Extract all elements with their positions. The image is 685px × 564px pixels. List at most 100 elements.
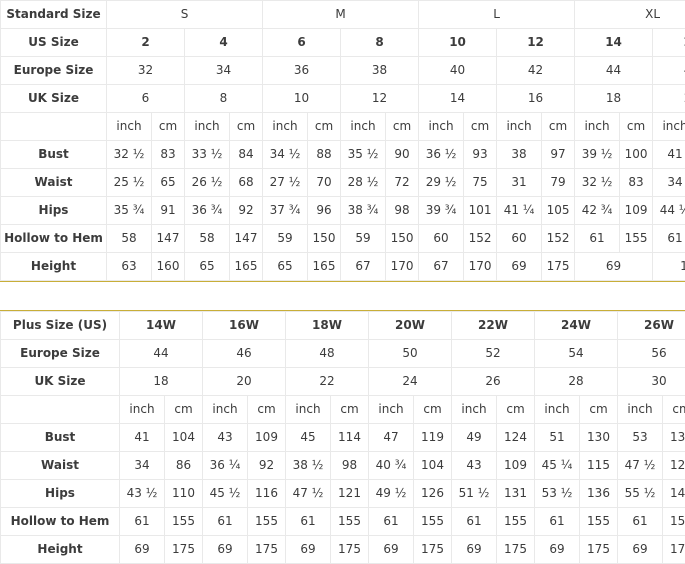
cell-bust-6: 35 ½ [341,141,385,168]
cell-hips-plus-12: 55 ½ [618,480,662,507]
cell-hollow-plus-1: 155 [165,508,202,535]
cell-bust-0: 32 ½ [107,141,151,168]
cell-europe-plus-0: 44 [120,340,202,367]
cell-hollow-plus-5: 155 [331,508,368,535]
cell-hollow-plus-7: 155 [414,508,451,535]
cell-hollow-plus-3: 155 [248,508,285,535]
cell-uk-plus-1: 20 [203,368,285,395]
cell-hollow-plus-13: 155 [663,508,685,535]
cell-height-11: 175 [542,253,575,280]
cell-europe-size-4: 40 [419,57,497,84]
cell-hips-plus-3: 116 [248,480,285,507]
cell-bust-plus-13: 135 [663,424,685,451]
row-label-hips: Hips [1,197,106,224]
plus-size-14w: 14W [120,312,202,339]
cell-bust-9: 93 [464,141,497,168]
plus-unit-row-blank-label [1,396,119,423]
plus-unit-cell-0: inch [120,396,164,423]
cell-hollow-10: 60 [497,225,542,252]
cell-hips-plus-9: 131 [497,480,534,507]
cell-bust-plus-3: 109 [248,424,285,451]
cell-uk-size-3: 12 [341,85,419,112]
row-waist: Waist 25 ½ 65 26 ½ 68 27 ½ 70 28 ½ 72 29… [1,169,685,196]
cell-hollow-5: 150 [308,225,340,252]
cell-waist-plus-4: 38 ½ [286,452,330,479]
cell-waist-9: 75 [464,169,497,196]
plus-size-20w: 20W [369,312,451,339]
cell-europe-plus-2: 48 [286,340,368,367]
cell-height-0: 63 [107,253,151,280]
plus-size-header-row: Plus Size (US) 14W 16W 18W 20W 22W 24W 2… [1,312,685,339]
standard-size-header-label: Standard Size [1,1,106,28]
unit-cell-13: cm [620,113,653,140]
cell-uk-plus-6: 30 [618,368,685,395]
cell-hips-14: 44 ¼ [653,197,685,224]
row-europe-size-plus: Europe Size 44 46 48 50 52 54 56 [1,340,685,367]
plus-unit-cell-11: cm [580,396,617,423]
cell-height-3: 165 [230,253,262,280]
cell-height-plus-3: 175 [248,536,285,563]
cell-europe-size-0: 32 [107,57,184,84]
cell-waist-13: 83 [620,169,653,196]
row-label-europe-size-plus: Europe Size [1,340,119,367]
cell-europe-size-5: 42 [497,57,575,84]
plus-unit-cell-8: inch [452,396,496,423]
plus-unit-cell-6: inch [369,396,413,423]
row-uk-size: UK Size 6 8 10 12 14 16 18 20 [1,85,685,112]
unit-cell-12: inch [575,113,620,140]
cell-bust-11: 97 [542,141,575,168]
cell-waist-14: 34 [653,169,685,196]
row-us-size: US Size 2 4 6 8 10 12 14 16 [1,29,685,56]
unit-cell-11: cm [542,113,575,140]
cell-height-plus-2: 69 [203,536,247,563]
cell-hips-12: 42 ¾ [575,197,620,224]
unit-cell-9: cm [464,113,497,140]
cell-waist-6: 28 ½ [341,169,385,196]
unit-cell-5: cm [308,113,340,140]
unit-cell-0: inch [107,113,151,140]
plus-size-22w: 22W [452,312,534,339]
plus-size-table: Plus Size (US) 14W 16W 18W 20W 22W 24W 2… [0,311,685,564]
cell-height-plus-10: 69 [535,536,579,563]
cell-hollow-2: 58 [185,225,229,252]
unit-row-blank-label [1,113,106,140]
unit-cell-4: inch [263,113,307,140]
size-chart-wrapper: Standard Size S M L XL US Size 2 4 6 8 1… [0,0,685,564]
standard-unit-row: inch cm inch cm inch cm inch cm inch cm … [1,113,685,140]
cell-bust-plus-5: 114 [331,424,368,451]
cell-us-size-2: 6 [263,29,340,56]
cell-hips-1: 91 [152,197,184,224]
cell-europe-size-3: 38 [341,57,419,84]
cell-uk-plus-2: 22 [286,368,368,395]
cell-hips-plus-5: 121 [331,480,368,507]
cell-waist-plus-7: 104 [414,452,451,479]
cell-height-4: 65 [263,253,307,280]
cell-hips-plus-4: 47 ½ [286,480,330,507]
cell-height-5: 165 [308,253,340,280]
row-hips: Hips 35 ¾ 91 36 ¾ 92 37 ¾ 96 38 ¾ 98 39 … [1,197,685,224]
cell-hips-plus-7: 126 [414,480,451,507]
cell-height-plus-11: 175 [580,536,617,563]
cell-waist-12: 32 ½ [575,169,620,196]
cell-hips-4: 37 ¾ [263,197,307,224]
plus-unit-cell-13: cm [663,396,685,423]
cell-us-size-1: 4 [185,29,262,56]
cell-hollow-13: 155 [620,225,653,252]
cell-height-plus-8: 69 [452,536,496,563]
cell-us-size-6: 14 [575,29,653,56]
cell-uk-size-2: 10 [263,85,340,112]
cell-hollow-plus-6: 61 [369,508,413,535]
plus-unit-cell-5: cm [331,396,368,423]
cell-europe-plus-6: 56 [618,340,685,367]
row-height-plus: Height 69 175 69 175 69 175 69 175 69 17… [1,536,685,563]
cell-bust-plus-4: 45 [286,424,330,451]
row-label-waist-plus: Waist [1,452,119,479]
cell-hollow-plus-4: 61 [286,508,330,535]
cell-hips-plus-0: 43 ½ [120,480,164,507]
group-header-s: S [107,1,262,28]
row-label-waist: Waist [1,169,106,196]
cell-europe-size-1: 34 [185,57,262,84]
cell-europe-size-7: 46 [653,57,685,84]
cell-waist-plus-13: 121 [663,452,685,479]
cell-hips-plus-10: 53 ½ [535,480,579,507]
